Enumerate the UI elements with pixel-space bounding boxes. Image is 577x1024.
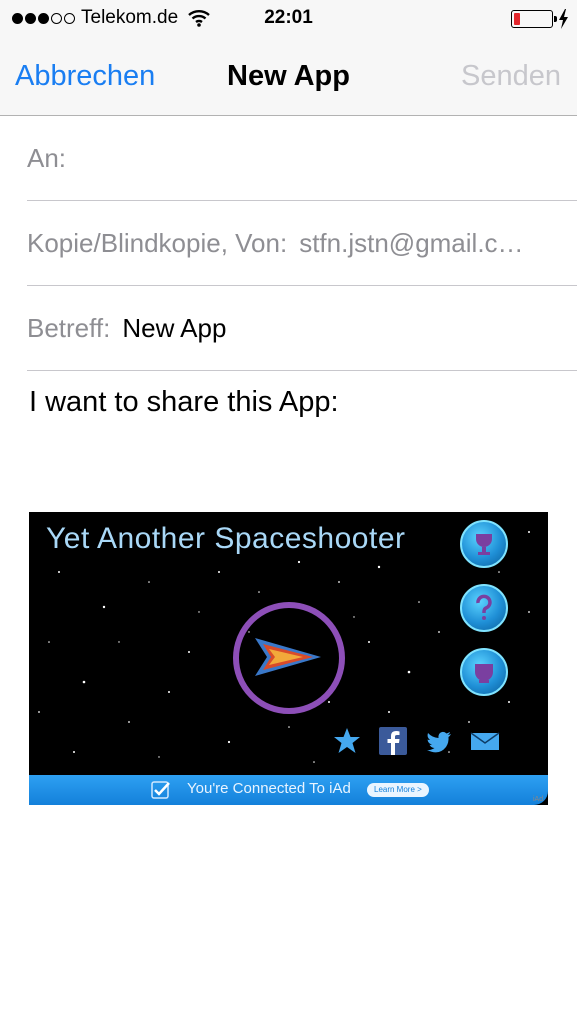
checkmark-icon xyxy=(151,781,170,799)
to-label: An: xyxy=(27,142,67,173)
message-body[interactable]: I want to share this App: xyxy=(29,386,339,419)
game-title: Yet Another Spaceshooter xyxy=(46,522,406,555)
facebook-icon xyxy=(379,727,407,755)
attached-app-screenshot: Yet Another Spaceshooter You're Connecte… xyxy=(29,512,548,805)
subject-field[interactable]: Betreff: New App xyxy=(27,286,577,371)
to-field[interactable]: An: xyxy=(27,116,577,201)
star-icon xyxy=(334,728,360,753)
navigation-bar: Abbrechen New App Senden xyxy=(0,38,577,116)
cc-bcc-from-field[interactable]: Kopie/Blindkopie, Von: stfn.jstn@gmail.c… xyxy=(27,201,577,286)
status-time: 22:01 xyxy=(264,7,313,28)
iad-learn-more: Learn More > xyxy=(367,783,429,797)
charging-bolt-icon xyxy=(559,9,568,29)
share-icons xyxy=(332,726,500,756)
battery-level xyxy=(514,13,520,25)
spaceship-icon xyxy=(255,638,321,676)
trophy-icon xyxy=(460,520,508,568)
twitter-icon xyxy=(427,731,451,753)
send-button[interactable]: Senden xyxy=(461,60,561,93)
iad-connected-text: You're Connected To iAd xyxy=(187,780,351,797)
battery-icon xyxy=(511,10,557,28)
subject-value[interactable]: New App xyxy=(122,313,226,344)
help-icon xyxy=(460,584,508,632)
status-bar: Telekom.de 22:01 xyxy=(0,0,577,38)
iad-tag: iAd xyxy=(533,796,544,803)
cc-label: Kopie/Blindkopie, Von: xyxy=(27,227,288,258)
iad-banner: You're Connected To iAd Learn More > xyxy=(29,775,548,805)
mail-icon xyxy=(470,732,500,750)
options-icon xyxy=(460,648,508,696)
subject-label: Betreff: xyxy=(27,312,111,343)
from-address[interactable]: stfn.jstn@gmail.com xyxy=(299,228,524,259)
